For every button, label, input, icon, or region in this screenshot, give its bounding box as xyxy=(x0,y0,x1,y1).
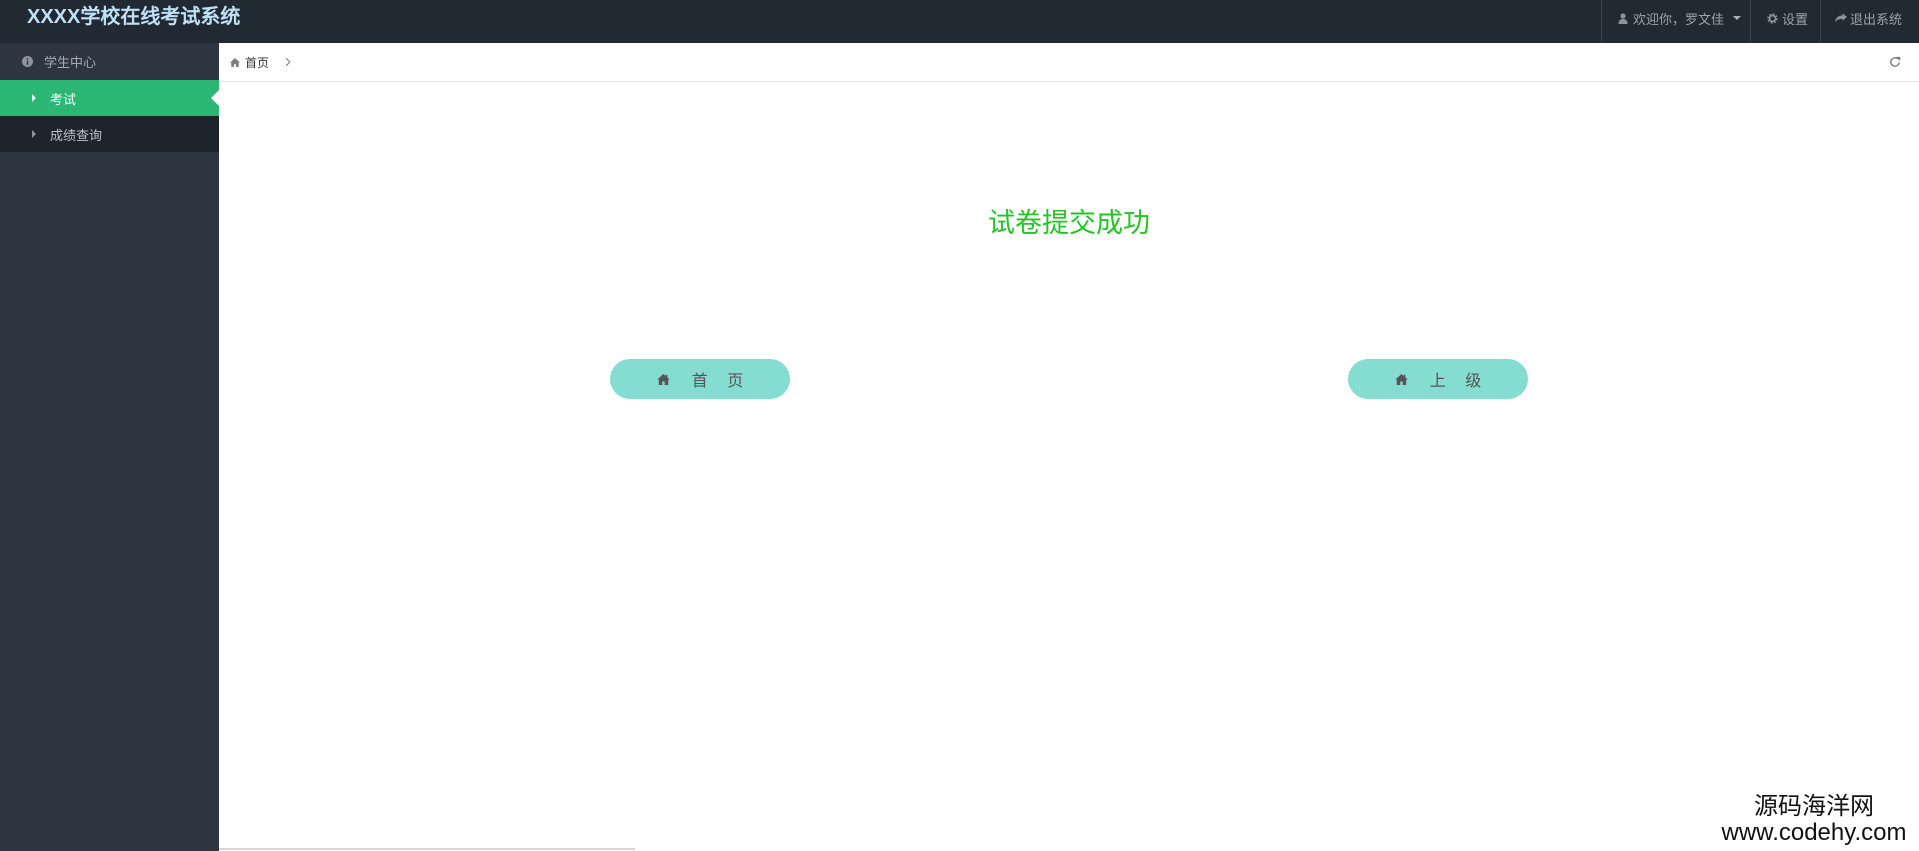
home-icon xyxy=(230,57,240,67)
watermark: 源码海洋网 www.codehy.com xyxy=(1711,794,1917,846)
app-title[interactable]: XXXX学校在线考试系统 xyxy=(27,0,240,34)
settings-button[interactable]: 设置 xyxy=(1750,0,1820,43)
home-icon xyxy=(656,373,670,385)
breadcrumb-home-link[interactable]: 首页 xyxy=(245,54,269,71)
sidebar: 学生中心 考试 成绩查询 xyxy=(0,43,219,851)
welcome-text: 欢迎你，罗文佳 xyxy=(1633,11,1725,27)
horizontal-scrollbar-thumb[interactable] xyxy=(219,848,635,850)
watermark-name: 源码海洋网 xyxy=(1754,793,1874,820)
logout-button[interactable]: 退出系统 xyxy=(1820,0,1919,43)
submit-success-message: 试卷提交成功 xyxy=(988,208,1150,238)
caret-right-icon xyxy=(32,130,36,138)
info-icon xyxy=(22,56,33,67)
home-icon xyxy=(1394,373,1408,385)
home-button[interactable]: 首 页 xyxy=(610,359,790,399)
top-navbar: XXXX学校在线考试系统 欢迎你，罗文佳 设置 退出系统 xyxy=(0,0,1919,43)
sidebar-item-label: 成绩查询 xyxy=(50,127,103,143)
sidebar-item-score-query[interactable]: 成绩查询 xyxy=(0,116,219,152)
refresh-icon[interactable] xyxy=(1889,56,1901,68)
parent-level-button-label: 上 级 xyxy=(1429,373,1482,390)
user-menu-dropdown[interactable]: 欢迎你，罗文佳 xyxy=(1601,0,1750,43)
gear-icon xyxy=(1767,12,1778,24)
sidebar-item-exam[interactable]: 考试 xyxy=(0,80,219,116)
chevron-right-icon xyxy=(285,57,291,67)
watermark-url: www.codehy.com xyxy=(1721,819,1907,846)
main-content: 首页 试卷提交成功 首 页 上 级 xyxy=(219,43,1919,851)
caret-right-icon xyxy=(32,94,36,102)
share-icon xyxy=(1835,12,1847,24)
sidebar-section-label: 学生中心 xyxy=(44,55,97,70)
home-button-label: 首 页 xyxy=(691,373,744,390)
active-indicator xyxy=(211,90,219,106)
settings-label: 设置 xyxy=(1782,11,1809,27)
sidebar-section-student-center[interactable]: 学生中心 xyxy=(0,43,219,80)
parent-level-button[interactable]: 上 级 xyxy=(1348,359,1528,399)
user-icon xyxy=(1618,12,1628,24)
logout-label: 退出系统 xyxy=(1850,11,1903,27)
sidebar-item-label: 考试 xyxy=(50,91,77,107)
caret-down-icon xyxy=(1733,16,1742,20)
breadcrumb: 首页 xyxy=(219,43,1919,82)
